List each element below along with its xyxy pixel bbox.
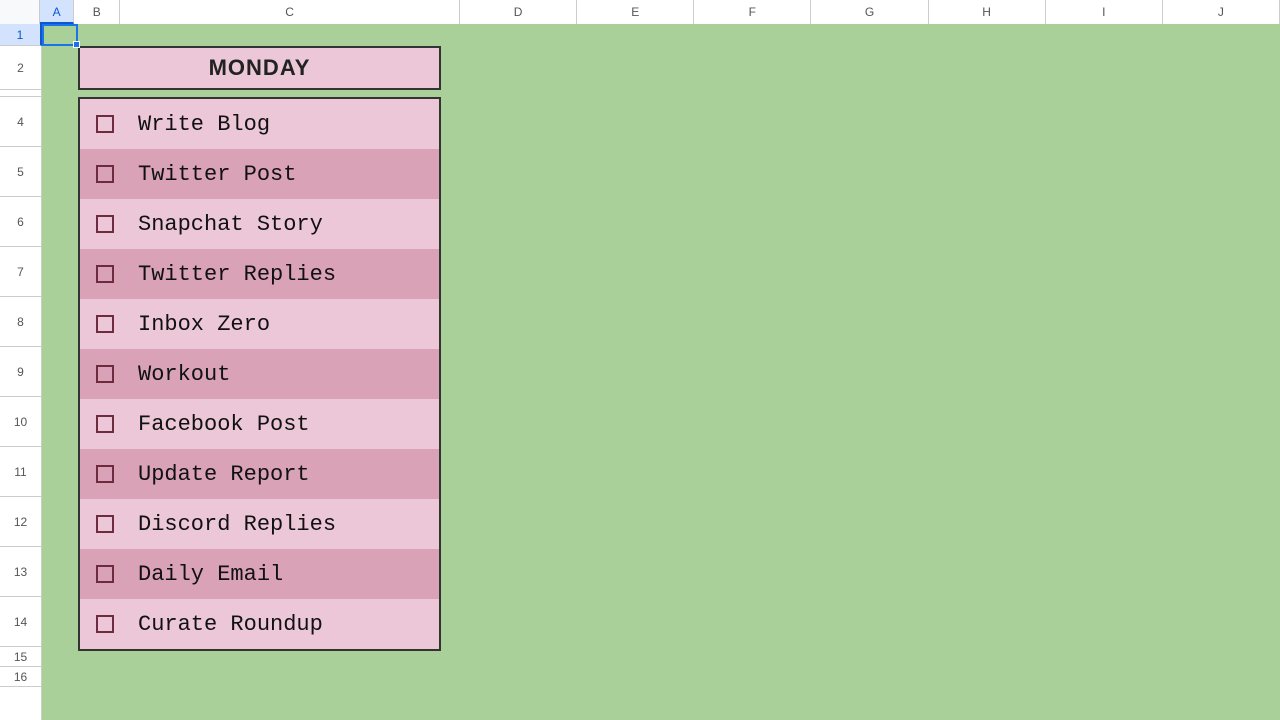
- row-header-2[interactable]: 2: [0, 46, 41, 90]
- checkbox-icon[interactable]: [96, 315, 114, 333]
- col-header-F[interactable]: F: [694, 0, 811, 24]
- col-header-C[interactable]: C: [120, 0, 460, 24]
- fill-handle[interactable]: [73, 41, 80, 48]
- task-label: Facebook Post: [138, 412, 310, 437]
- active-cell-A1[interactable]: [42, 24, 78, 46]
- col-header-D[interactable]: D: [460, 0, 577, 24]
- day-header[interactable]: MONDAY: [78, 46, 441, 90]
- row-header-column: 1 2 4 5 6 7 8 9 10 11 12 13 14 15 16: [0, 24, 42, 720]
- task-label: Twitter Post: [138, 162, 296, 187]
- checkbox-icon[interactable]: [96, 515, 114, 533]
- task-row[interactable]: Snapchat Story: [80, 199, 439, 249]
- task-label: Curate Roundup: [138, 612, 323, 637]
- row-header-1[interactable]: 1: [0, 24, 42, 46]
- sheet-area[interactable]: MONDAY Write Blog Twitter Post Snapchat …: [42, 24, 1280, 720]
- task-label: Snapchat Story: [138, 212, 323, 237]
- row-header-8[interactable]: 8: [0, 297, 41, 347]
- task-row[interactable]: Update Report: [80, 449, 439, 499]
- checkbox-icon[interactable]: [96, 365, 114, 383]
- row-header-4[interactable]: 4: [0, 97, 41, 147]
- task-row[interactable]: Inbox Zero: [80, 299, 439, 349]
- checkbox-icon[interactable]: [96, 165, 114, 183]
- task-label: Update Report: [138, 462, 310, 487]
- col-header-A[interactable]: A: [40, 0, 74, 24]
- checkbox-icon[interactable]: [96, 215, 114, 233]
- checkbox-icon[interactable]: [96, 265, 114, 283]
- checkbox-icon[interactable]: [96, 615, 114, 633]
- col-header-J[interactable]: J: [1163, 0, 1280, 24]
- select-all-corner[interactable]: [0, 0, 40, 24]
- row-header-5[interactable]: 5: [0, 147, 41, 197]
- row-header-13[interactable]: 13: [0, 547, 41, 597]
- task-label: Inbox Zero: [138, 312, 270, 337]
- col-header-H[interactable]: H: [929, 0, 1046, 24]
- row-header-15[interactable]: 15: [0, 647, 41, 667]
- task-row[interactable]: Discord Replies: [80, 499, 439, 549]
- task-row[interactable]: Workout: [80, 349, 439, 399]
- task-row[interactable]: Facebook Post: [80, 399, 439, 449]
- row-header-6[interactable]: 6: [0, 197, 41, 247]
- task-row[interactable]: Twitter Post: [80, 149, 439, 199]
- row-header-11[interactable]: 11: [0, 447, 41, 497]
- row-header-10[interactable]: 10: [0, 397, 41, 447]
- task-row[interactable]: Write Blog: [80, 99, 439, 149]
- task-row[interactable]: Curate Roundup: [80, 599, 439, 649]
- row-header-14[interactable]: 14: [0, 597, 41, 647]
- checkbox-icon[interactable]: [96, 465, 114, 483]
- row-header-16[interactable]: 16: [0, 667, 41, 687]
- task-label: Write Blog: [138, 112, 270, 137]
- task-label: Daily Email: [138, 562, 283, 587]
- task-label: Workout: [138, 362, 230, 387]
- row-header-12[interactable]: 12: [0, 497, 41, 547]
- task-label: Discord Replies: [138, 512, 336, 537]
- col-header-G[interactable]: G: [811, 0, 928, 24]
- task-row[interactable]: Daily Email: [80, 549, 439, 599]
- checkbox-icon[interactable]: [96, 565, 114, 583]
- column-header-row: A B C D E F G H I J: [0, 0, 1280, 24]
- row-header-9[interactable]: 9: [0, 347, 41, 397]
- col-header-E[interactable]: E: [577, 0, 694, 24]
- day-title: MONDAY: [209, 55, 311, 81]
- checkbox-icon[interactable]: [96, 115, 114, 133]
- task-list: Write Blog Twitter Post Snapchat Story T…: [78, 97, 441, 651]
- task-label: Twitter Replies: [138, 262, 336, 287]
- col-header-B[interactable]: B: [74, 0, 120, 24]
- task-row[interactable]: Twitter Replies: [80, 249, 439, 299]
- col-header-I[interactable]: I: [1046, 0, 1163, 24]
- checkbox-icon[interactable]: [96, 415, 114, 433]
- row-header-3[interactable]: [0, 90, 41, 97]
- row-header-7[interactable]: 7: [0, 247, 41, 297]
